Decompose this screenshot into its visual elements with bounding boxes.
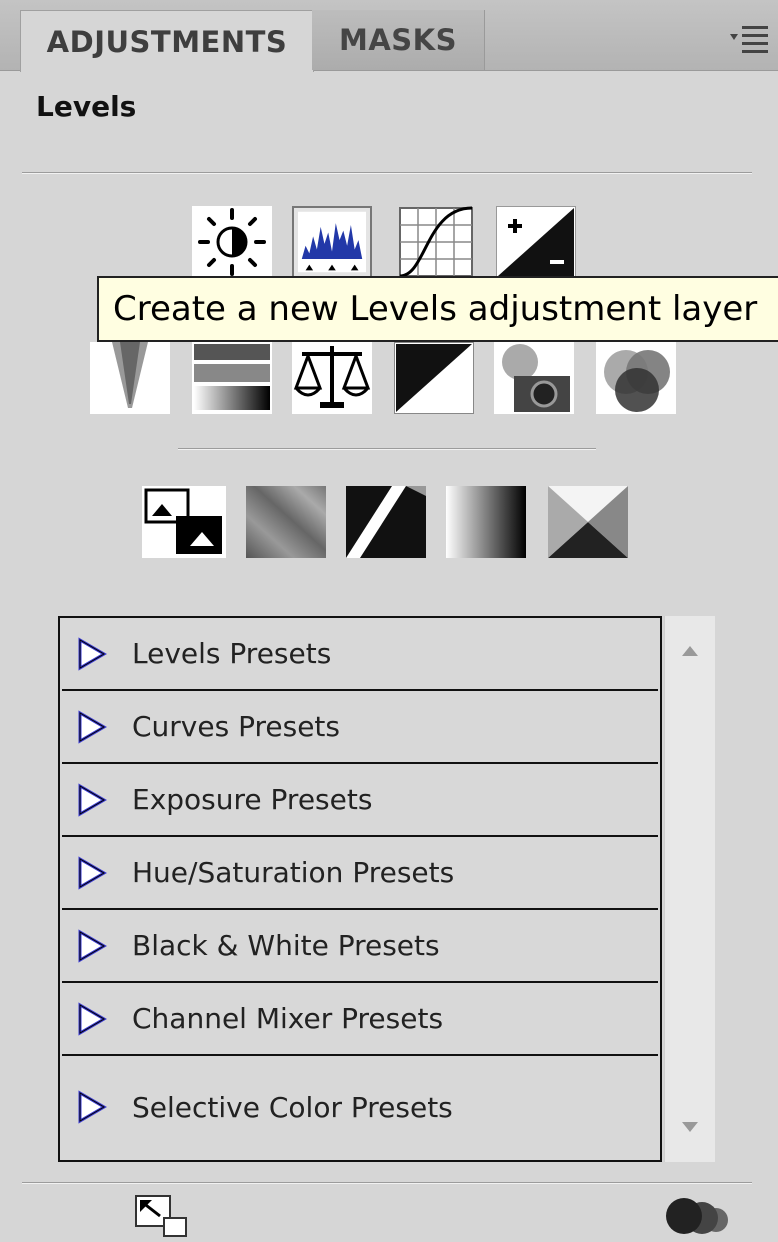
panel-title: Levels — [36, 90, 137, 123]
preset-item-curves[interactable]: Curves Presets — [62, 691, 658, 764]
preset-item-exposure[interactable]: Exposure Presets — [62, 764, 658, 837]
curves-icon[interactable] — [396, 206, 476, 278]
vibrance-icon[interactable] — [90, 342, 170, 414]
preset-label: Exposure Presets — [132, 783, 373, 816]
preset-item-hue-saturation[interactable]: Hue/Saturation Presets — [62, 837, 658, 910]
tab-adjustments[interactable]: ADJUSTMENTS — [20, 10, 314, 72]
disclosure-triangle-icon[interactable] — [74, 1089, 114, 1125]
preset-label: Black & White Presets — [132, 929, 440, 962]
black-white-icon[interactable] — [394, 342, 474, 414]
preset-item-channel-mixer[interactable]: Channel Mixer Presets — [62, 983, 658, 1056]
disclosure-triangle-icon[interactable] — [74, 636, 114, 672]
preset-list: Levels Presets Curves Presets Exposure P… — [58, 616, 662, 1162]
preset-label: Curves Presets — [132, 710, 340, 743]
panel-menu-icon[interactable] — [728, 20, 770, 56]
preset-item-black-white[interactable]: Black & White Presets — [62, 910, 658, 983]
brightness-contrast-icon[interactable] — [192, 206, 272, 278]
color-balance-icon[interactable] — [292, 342, 372, 414]
disclosure-triangle-icon[interactable] — [74, 1001, 114, 1037]
section-divider — [178, 448, 596, 450]
preset-scrollbar[interactable] — [664, 616, 715, 1162]
title-divider — [22, 172, 752, 174]
posterize-icon[interactable] — [246, 486, 326, 558]
disclosure-triangle-icon[interactable] — [74, 928, 114, 964]
tab-bar: ADJUSTMENTS MASKS — [0, 0, 778, 72]
disclosure-triangle-icon[interactable] — [74, 855, 114, 891]
scroll-up-icon[interactable] — [680, 642, 700, 658]
selective-color-icon[interactable] — [548, 486, 628, 558]
invert-icon[interactable] — [142, 486, 226, 558]
preset-item-selective-color[interactable]: Selective Color Presets — [62, 1056, 658, 1158]
preset-label: Channel Mixer Presets — [132, 1002, 444, 1035]
exposure-icon[interactable] — [496, 206, 576, 278]
footer-divider — [22, 1182, 752, 1184]
levels-icon[interactable] — [292, 206, 372, 278]
clip-to-layer-icon[interactable] — [664, 1194, 742, 1238]
preset-label: Levels Presets — [132, 637, 332, 670]
tooltip: Create a new Levels adjustment layer — [97, 276, 778, 342]
preset-label: Selective Color Presets — [132, 1090, 453, 1124]
channel-mixer-icon[interactable] — [596, 342, 676, 414]
scroll-down-icon[interactable] — [680, 1120, 700, 1136]
tab-masks[interactable]: MASKS — [312, 10, 485, 70]
expand-view-icon[interactable] — [134, 1194, 188, 1238]
preset-label: Hue/Saturation Presets — [132, 856, 455, 889]
preset-item-levels[interactable]: Levels Presets — [62, 618, 658, 691]
threshold-icon[interactable] — [346, 486, 426, 558]
photo-filter-icon[interactable] — [494, 342, 574, 414]
hue-saturation-icon[interactable] — [192, 342, 272, 414]
disclosure-triangle-icon[interactable] — [74, 709, 114, 745]
disclosure-triangle-icon[interactable] — [74, 782, 114, 818]
gradient-map-icon[interactable] — [446, 486, 526, 558]
